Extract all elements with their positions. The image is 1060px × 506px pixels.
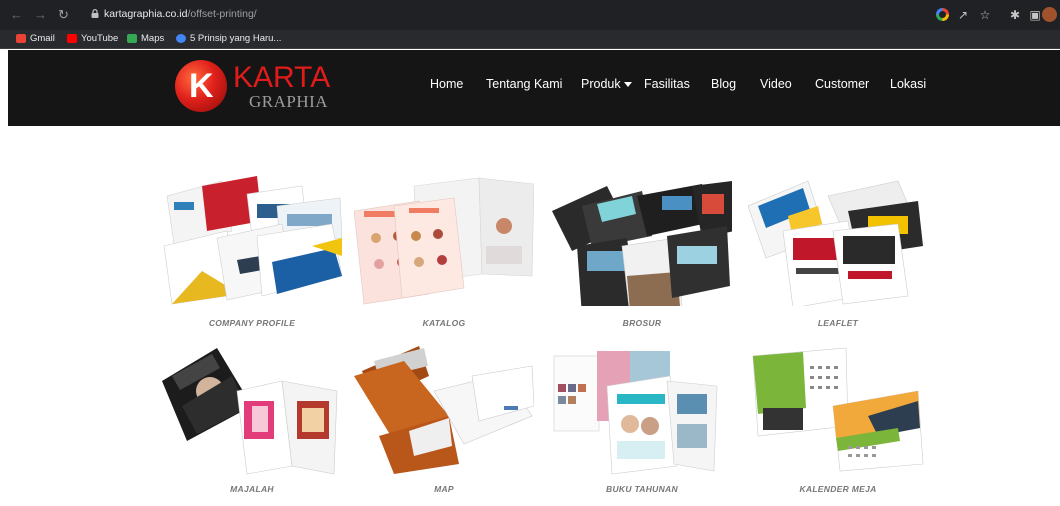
site-header: K KARTA GRAPHIA Home Tentang Kami Produk…: [8, 50, 1060, 126]
product-label: BROSUR: [622, 318, 662, 328]
product-card-katalog[interactable]: KATALOG: [354, 176, 534, 336]
nav-fasilitas[interactable]: Fasilitas: [644, 77, 690, 95]
nav-video[interactable]: Video: [760, 77, 792, 95]
nav-lokasi[interactable]: Lokasi: [890, 77, 926, 95]
bookmark-gmail[interactable]: Gmail: [16, 33, 55, 44]
map-folder-image: [354, 346, 534, 474]
majalah-image: [162, 348, 338, 475]
bookmark-maps[interactable]: Maps: [127, 33, 164, 44]
nav-blog[interactable]: Blog: [711, 77, 736, 95]
kartagraphia-logo[interactable]: K KARTA GRAPHIA: [175, 60, 345, 116]
nav-tentang-kami[interactable]: Tentang Kami: [486, 77, 562, 95]
product-card-kalender-meja[interactable]: KALENDER MEJA: [748, 346, 928, 506]
bookmark-prinsip[interactable]: 5 Prinsip yang Haru...: [176, 33, 281, 44]
bookmark-youtube[interactable]: YouTube: [67, 33, 118, 44]
product-card-buku-tahunan[interactable]: BUKU TAHUNAN: [552, 346, 732, 506]
forward-arrow-icon[interactable]: →: [34, 7, 47, 23]
company-profile-image: [163, 176, 342, 305]
bookmark-star-icon[interactable]: ☆: [978, 8, 992, 22]
url-text[interactable]: kartagraphia.co.id/offset-printing/: [104, 8, 257, 20]
maps-icon: [127, 34, 137, 43]
share-icon[interactable]: ↗: [956, 8, 970, 22]
youtube-icon: [67, 34, 77, 43]
bookmarks-bar: Gmail YouTube Maps 5 Prinsip yang Haru..…: [0, 30, 1060, 49]
back-arrow-icon[interactable]: ←: [10, 7, 23, 23]
lock-icon: [91, 9, 99, 18]
nav-home[interactable]: Home: [430, 77, 463, 95]
nav-customer[interactable]: Customer: [815, 77, 869, 95]
product-card-leaflet[interactable]: LEAFLET: [748, 176, 928, 336]
leaflet-image: [748, 180, 923, 306]
product-label: COMPANY PROFILE: [208, 318, 296, 328]
kalender-meja-image: [752, 347, 924, 472]
reload-icon[interactable]: ↻: [58, 7, 69, 23]
profile-avatar[interactable]: [1042, 7, 1057, 22]
logo-title: KARTA: [233, 61, 331, 94]
katalog-image: [354, 177, 534, 305]
bookmark-page-icon: [176, 34, 186, 43]
sidepanel-icon[interactable]: ▣: [1028, 8, 1042, 22]
product-card-map[interactable]: MAP: [354, 346, 534, 506]
chevron-down-icon: [623, 82, 632, 88]
extensions-icon[interactable]: ✱: [1008, 8, 1022, 22]
browser-toolbar: ← → ↻ kartagraphia.co.id/offset-printing…: [0, 0, 1060, 30]
google-icon[interactable]: [936, 8, 949, 21]
nav-produk[interactable]: Produk: [581, 77, 632, 95]
logo-subtitle: GRAPHIA: [249, 92, 329, 111]
product-label: KATALOG: [422, 318, 466, 328]
product-card-majalah[interactable]: MAJALAH: [162, 346, 342, 506]
gmail-icon: [16, 34, 26, 43]
buku-tahunan-image: [553, 351, 718, 475]
product-card-brosur[interactable]: BROSUR: [552, 176, 732, 336]
brosur-image: [552, 181, 732, 306]
product-card-company-profile[interactable]: COMPANY PROFILE: [162, 176, 342, 336]
product-label: LEAFLET: [817, 318, 859, 328]
